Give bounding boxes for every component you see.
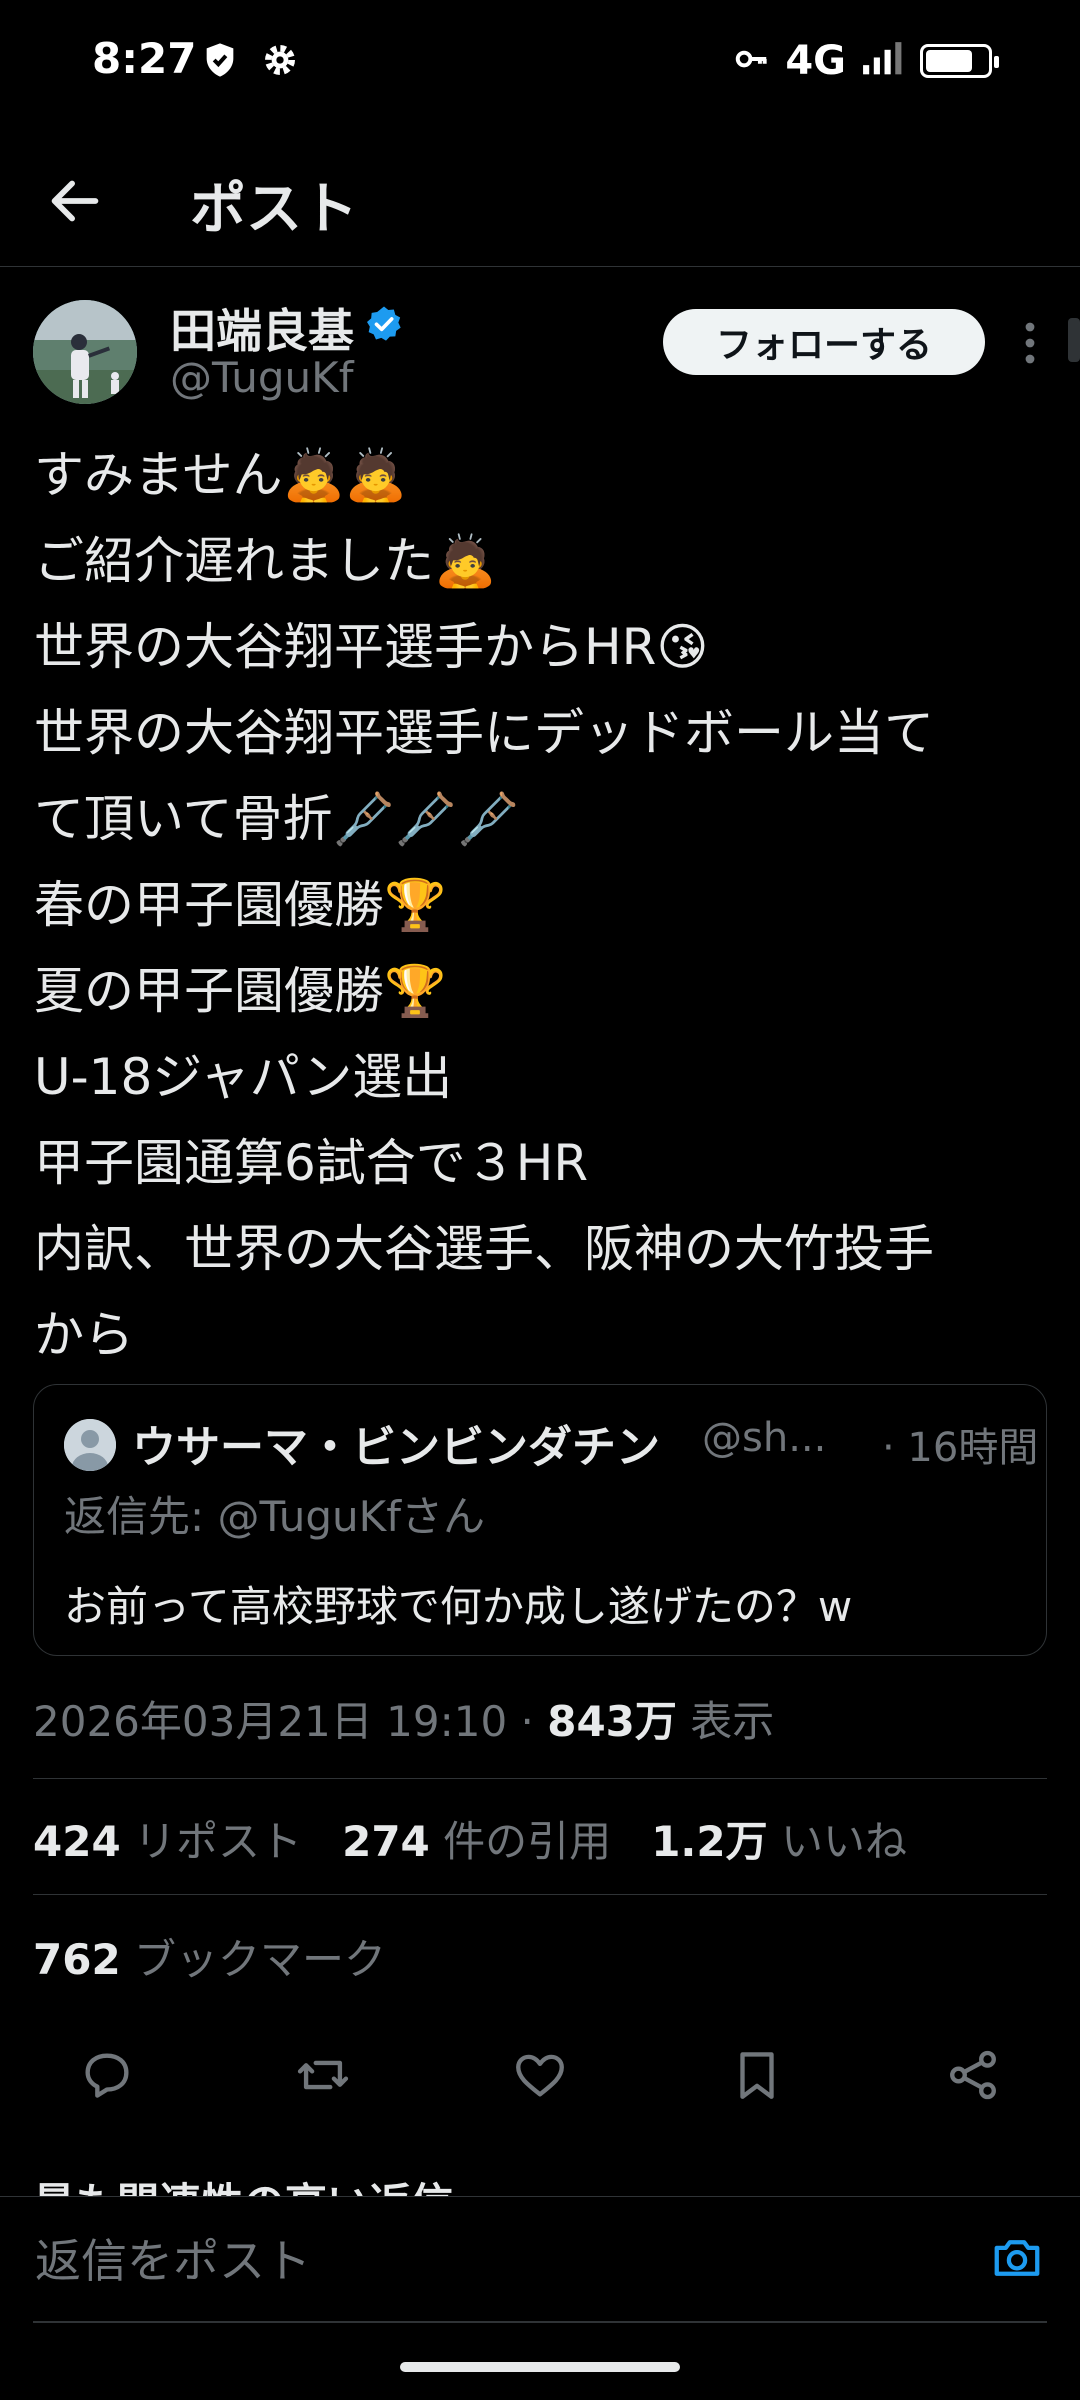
post-meta: 2026年03月21日 19:10 · 843万 表示: [33, 1688, 774, 1749]
reply-input[interactable]: [33, 2233, 937, 2289]
quotes-stat[interactable]: 274 件の引用: [342, 1817, 611, 1866]
reposts-stat[interactable]: 424 リポスト: [33, 1817, 302, 1866]
likes-stat[interactable]: 1.2万 いいね: [651, 1817, 907, 1866]
back-button[interactable]: [40, 166, 110, 236]
tweet-line: 内訳、世界の大谷選手、阪神の大竹投手: [34, 1220, 934, 1278]
tweet-line: 春の甲子園優勝🏆: [34, 876, 447, 934]
shield-icon: [200, 40, 240, 84]
post-timestamp[interactable]: 2026年03月21日 19:10: [33, 1697, 507, 1746]
tweet-line: 甲子園通算6試合で３HR: [34, 1134, 589, 1192]
page-title: ポスト: [190, 177, 358, 242]
tweet-line: 世界の大谷翔平選手からHR😘: [34, 618, 709, 676]
battery-icon: [920, 44, 999, 78]
follow-button[interactable]: フォローする: [663, 309, 985, 375]
bookmarks-count: 762: [33, 1935, 121, 1984]
top-app-bar: ポスト: [0, 140, 1080, 267]
likes-label: いいね: [767, 1817, 907, 1866]
share-button[interactable]: [938, 2040, 1008, 2110]
reply-underline: [33, 2321, 1047, 2323]
reply-composer: [0, 2196, 1080, 2323]
quoted-time: · 16時間: [882, 1425, 1039, 1471]
status-right: 4G: [733, 38, 999, 84]
repost-icon: [297, 2060, 349, 2090]
tweet-line: て頂いて骨折🩼🩼🩼: [34, 790, 520, 848]
tweet-line: 世界の大谷翔平選手にデッドボール当て: [34, 704, 934, 762]
verified-badge-icon: [364, 301, 404, 355]
status-left-icons: [200, 40, 300, 84]
quoted-post[interactable]: ウサーマ・ビンビンダチン @sh... · 16時間 返信先: @TuguKfさ…: [33, 1384, 1047, 1656]
quotes-count: 274: [342, 1817, 430, 1866]
engagement-stats: 424 リポスト 274 件の引用 1.2万 いいね: [33, 1808, 907, 1869]
quoted-reply-to: 返信先: @TuguKfさん: [64, 1492, 486, 1541]
bookmarks-stat[interactable]: 762 ブックマーク: [33, 1926, 386, 1987]
quoted-avatar: [64, 1419, 116, 1471]
tweet-text: すみません🙇🙇 ご紹介遅れました🙇 世界の大谷翔平選手からHR😘 世界の大谷翔平…: [34, 432, 1044, 1378]
views-label: 表示: [676, 1697, 775, 1746]
tweet-line: から: [34, 1306, 134, 1364]
repost-button[interactable]: [288, 2040, 358, 2110]
bookmarks-label: ブックマーク: [120, 1935, 387, 1984]
tweet-line: 夏の甲子園優勝🏆: [34, 962, 447, 1020]
author-display-name: 田端良基: [170, 304, 354, 358]
gear-icon: [260, 40, 300, 84]
status-time: 8:27: [92, 34, 197, 83]
quoted-author-handle: @sh...: [702, 1415, 827, 1461]
reply-button[interactable]: [72, 2040, 142, 2110]
like-button[interactable]: [505, 2040, 575, 2110]
avatar[interactable]: [33, 300, 137, 404]
camera-button[interactable]: [990, 2231, 1044, 2285]
divider: [33, 1894, 1047, 1895]
share-icon: [950, 2050, 996, 2100]
quoted-author-name: ウサーマ・ビンビンダチン: [132, 1422, 660, 1473]
bookmark-button[interactable]: [722, 2040, 792, 2110]
more-vertical-icon: [1025, 322, 1035, 364]
home-indicator[interactable]: [400, 2362, 680, 2372]
tweet-line: すみません🙇🙇: [34, 446, 408, 504]
reposts-label: リポスト: [120, 1817, 303, 1866]
divider: [33, 1778, 1047, 1779]
tweet-header: 田端良基 @TuguKf フォローする: [0, 295, 1080, 415]
tweet-line: U-18ジャパン選出: [34, 1048, 453, 1106]
signal-icon: [860, 40, 906, 82]
bookmark-icon: [740, 2052, 774, 2099]
views-count: 843万: [547, 1697, 677, 1746]
meta-separator: ·: [507, 1697, 548, 1746]
network-label: 4G: [785, 38, 846, 84]
author-name-row[interactable]: 田端良基: [170, 295, 404, 361]
like-icon: [516, 2054, 564, 2097]
key-icon: [733, 40, 771, 82]
author-handle[interactable]: @TuguKf: [170, 353, 354, 402]
reply-icon: [85, 2053, 129, 2098]
more-options-button[interactable]: [1010, 313, 1050, 373]
reposts-count: 424: [33, 1817, 121, 1866]
tweet-line: ご紹介遅れました🙇: [34, 532, 497, 590]
camera-icon: [994, 2240, 1040, 2276]
likes-count: 1.2万: [651, 1817, 768, 1866]
status-bar: 8:27 4G: [0, 0, 1080, 120]
quoted-text: お前って高校野球で何か成し遂げたの？w: [64, 1582, 853, 1631]
scroll-indicator: [1068, 318, 1080, 362]
arrow-left-icon: [51, 180, 99, 222]
quotes-label: 件の引用: [429, 1817, 612, 1866]
action-bar: [0, 2040, 1080, 2110]
